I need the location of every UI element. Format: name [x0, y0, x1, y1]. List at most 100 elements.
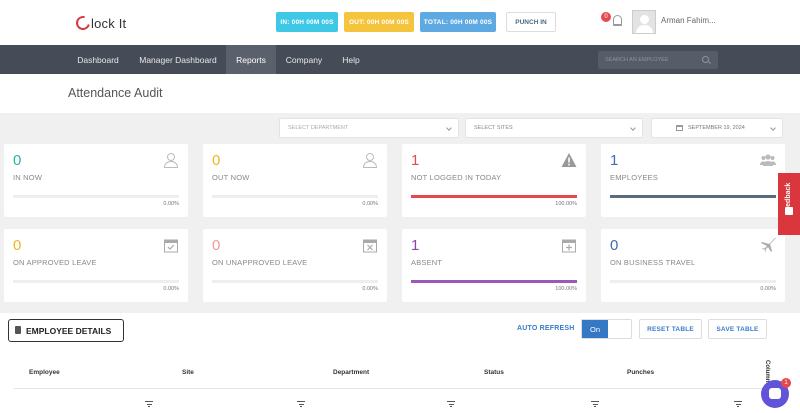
notification-count-badge: 0	[601, 12, 611, 22]
group-icon	[760, 152, 776, 168]
document-icon	[15, 326, 21, 334]
filter-icon[interactable]	[591, 401, 599, 407]
stat-card-on-unapproved-leave[interactable]: 0 ON UNAPPROVED LEAVE 0.00%	[203, 229, 387, 302]
stat-progress-fill	[411, 195, 577, 198]
nav-item-manager-dashboard[interactable]: Manager Dashboard	[133, 45, 223, 74]
nav-item-help[interactable]: Help	[333, 45, 369, 74]
stat-progress-bar	[411, 195, 577, 198]
stat-progress-bar	[411, 280, 577, 283]
date-picker-value: SEPTEMBER 19, 2024	[688, 125, 745, 131]
chevron-down-icon	[446, 125, 452, 131]
stat-card-out-now[interactable]: 0 OUT NOW 0.00%	[203, 144, 387, 217]
column-header-status[interactable]: Status	[484, 369, 504, 376]
avatar-head	[640, 15, 649, 24]
auto-refresh-toggle[interactable]: On	[581, 319, 632, 339]
column-header-department[interactable]: Department	[333, 369, 369, 376]
nav-item-reports[interactable]: Reports	[226, 45, 276, 74]
stat-progress-bar	[212, 195, 378, 198]
stat-label: IN NOW	[13, 173, 43, 182]
time-in-badge: IN: 00H 00M 00S	[276, 12, 338, 32]
employee-search-input[interactable]	[598, 51, 698, 69]
stat-value: 0	[13, 237, 22, 254]
reset-table-button[interactable]: RESET TABLE	[639, 319, 702, 339]
stat-percent: 0.00%	[362, 286, 378, 292]
stat-progress-bar	[212, 280, 378, 283]
column-header-site[interactable]: Site	[182, 369, 194, 376]
stat-percent: 0.00%	[760, 286, 776, 292]
time-out-badge: OUT: 00H 00M 00S	[344, 12, 414, 32]
chevron-down-icon	[770, 125, 776, 131]
filter-icon[interactable]	[734, 401, 742, 407]
punch-in-button[interactable]: PUNCH IN	[506, 12, 556, 32]
calendar-plus-icon	[561, 237, 577, 253]
nav-item-company[interactable]: Company	[279, 45, 329, 74]
employee-details-button[interactable]: EMPLOYEE DETAILS	[8, 319, 124, 342]
filter-icon[interactable]	[447, 401, 455, 407]
stat-label: NOT LOGGED IN TODAY	[411, 173, 502, 182]
stat-progress-fill	[411, 280, 577, 283]
user-icon	[362, 152, 378, 168]
stat-percent: 0.00%	[163, 201, 179, 207]
stat-progress-bar	[13, 280, 179, 283]
stat-card-employees[interactable]: 1 EMPLOYEES	[601, 144, 785, 217]
department-select[interactable]: SELECT DEPARTMENT	[279, 118, 459, 138]
stat-progress-bar	[610, 195, 776, 198]
save-table-button[interactable]: SAVE TABLE	[708, 319, 767, 339]
chat-launcher[interactable]: 1	[761, 378, 791, 408]
stat-value: 1	[411, 237, 420, 254]
stat-card-not-logged-in-today[interactable]: 1 NOT LOGGED IN TODAY 100.00%	[402, 144, 586, 217]
avatar-body	[636, 25, 653, 33]
stat-label: EMPLOYEES	[610, 173, 659, 182]
notifications-button[interactable]: 0	[600, 12, 624, 32]
column-header-employee[interactable]: Employee	[29, 369, 60, 376]
auto-refresh-label: AUTO REFRESH	[517, 325, 575, 332]
column-header-punches[interactable]: Punches	[627, 369, 654, 376]
stat-percent: 0.00%	[163, 286, 179, 292]
sites-select-placeholder: SELECT SITES	[474, 125, 513, 131]
stat-value: 0	[13, 152, 22, 169]
nav-item-dashboard[interactable]: Dashboard	[68, 45, 128, 74]
employee-details-label: EMPLOYEE DETAILS	[26, 325, 112, 336]
header-divider	[14, 388, 764, 389]
stat-value: 1	[610, 152, 619, 169]
stat-card-absent[interactable]: 1 ABSENT 100.00%	[402, 229, 586, 302]
time-total-badge: TOTAL: 00H 00M 00S	[420, 12, 496, 32]
stat-label: ON BUSINESS TRAVEL	[610, 258, 696, 267]
stat-value: 0	[610, 237, 619, 254]
filter-icon[interactable]	[297, 401, 305, 407]
stat-value: 0	[212, 237, 221, 254]
chat-icon	[769, 388, 781, 399]
stat-card-in-now[interactable]: 0 IN NOW 0.00%	[4, 144, 188, 217]
filter-icon[interactable]	[145, 401, 153, 407]
feedback-tab[interactable]: Feedback	[778, 173, 800, 235]
calendar-check-icon	[163, 237, 179, 253]
stat-percent: 0.00%	[362, 201, 378, 207]
calendar-icon	[676, 125, 683, 131]
toggle-on-state: On	[582, 320, 608, 338]
user-icon	[163, 152, 179, 168]
chevron-down-icon	[630, 125, 636, 131]
calendar-x-icon	[362, 237, 378, 253]
plane-icon	[760, 237, 776, 253]
stat-label: ON UNAPPROVED LEAVE	[212, 258, 308, 267]
sites-select[interactable]: SELECT SITES	[465, 118, 643, 138]
stat-progress-bar	[610, 280, 776, 283]
search-icon[interactable]	[702, 56, 709, 63]
date-picker[interactable]: SEPTEMBER 19, 2024	[651, 118, 783, 138]
stat-card-on-business-travel[interactable]: 0 ON BUSINESS TRAVEL 0.00%	[601, 229, 785, 302]
stat-value: 0	[212, 152, 221, 169]
stat-label: ON APPROVED LEAVE	[13, 258, 97, 267]
app-logo[interactable]: lock It	[73, 13, 127, 33]
stat-progress-fill	[610, 195, 776, 198]
stat-card-on-approved-leave[interactable]: 0 ON APPROVED LEAVE 0.00%	[4, 229, 188, 302]
bell-icon	[613, 15, 622, 26]
logo-text: lock It	[91, 15, 127, 31]
user-name-menu[interactable]: Arman Fahim...	[661, 16, 716, 25]
clock-logo-icon	[73, 13, 93, 33]
top-header: lock It IN: 00H 00M 00S OUT: 00H 00M 00S…	[0, 0, 800, 45]
avatar[interactable]	[632, 10, 656, 34]
stat-progress-bar	[13, 195, 179, 198]
stat-percent: 100.00%	[555, 201, 577, 207]
chat-badge: 1	[781, 378, 791, 388]
title-band: Attendance Audit	[0, 74, 800, 113]
